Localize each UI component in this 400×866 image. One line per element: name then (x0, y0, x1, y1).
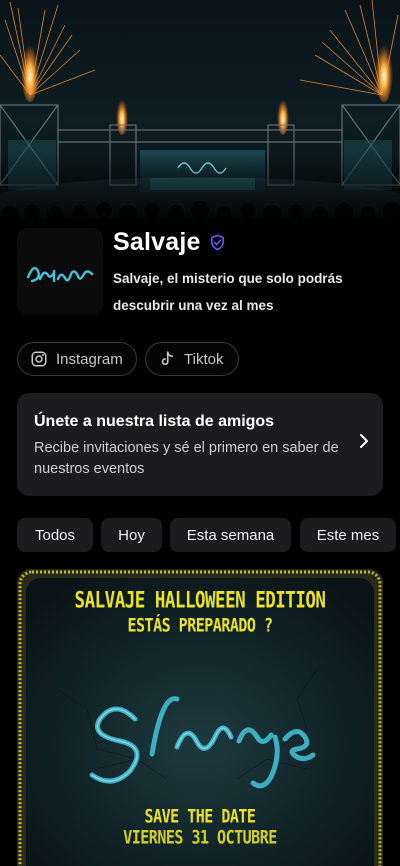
event-card[interactable]: SALVAJE HALLOWEEN EDITION ESTÁS PREPARAD… (17, 569, 383, 866)
filter-hoy[interactable]: Hoy (101, 518, 162, 552)
filter-este-mes[interactable]: Este mes (300, 518, 396, 552)
profile-description: Salvaje, el misterio que solo podrás des… (113, 271, 343, 313)
verified-badge-icon (210, 234, 224, 251)
instagram-label: Instagram (56, 350, 123, 368)
filter-todos[interactable]: Todos (17, 518, 93, 552)
friends-list-card[interactable]: Únete a nuestra lista de amigos Recibe i… (17, 393, 383, 496)
tiktok-button[interactable]: Tiktok (145, 342, 239, 376)
tiktok-icon (161, 351, 174, 366)
poster-date-line: VIERNES 31 OCTUBRE (123, 825, 277, 849)
poster-subtitle-line: ESTÁS PREPARADO ? (127, 613, 273, 637)
friends-card-title: Únete a nuestra lista de amigos (34, 413, 275, 430)
friends-card-subtitle: Recibe invitaciones y sé el primero en s… (34, 440, 339, 477)
hero-banner (0, 0, 400, 265)
tiktok-label: Tiktok (184, 350, 224, 368)
instagram-button[interactable]: Instagram (17, 342, 137, 376)
poster-title-line: SALVAJE HALLOWEEN EDITION (74, 588, 326, 614)
chevron-right-icon (360, 434, 368, 448)
profile-title-row: Salvaje (113, 228, 226, 257)
filter-esta-semana[interactable]: Esta semana (170, 518, 291, 552)
poster-save-the-date: SAVE THE DATE (144, 804, 256, 828)
brand-logo (17, 228, 103, 314)
salvaje-logo-mark (26, 266, 94, 283)
instagram-icon (31, 351, 47, 367)
profile-name: Salvaje (113, 228, 201, 256)
